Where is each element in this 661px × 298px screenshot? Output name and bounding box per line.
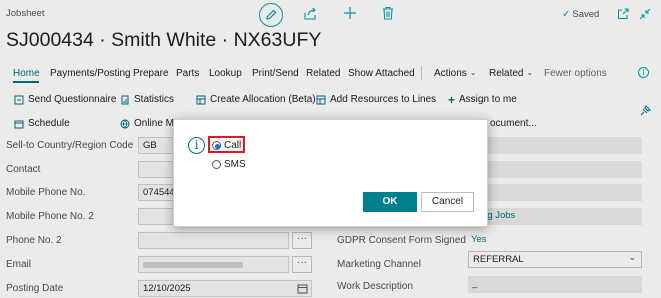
info-icon: i bbox=[188, 137, 205, 154]
ok-button[interactable]: OK bbox=[363, 192, 417, 212]
sms-radio[interactable] bbox=[212, 160, 221, 169]
cancel-button[interactable]: Cancel bbox=[421, 192, 474, 212]
option-sms[interactable]: SMS bbox=[212, 159, 246, 170]
call-label: Call bbox=[224, 140, 242, 151]
option-call[interactable]: Call bbox=[212, 140, 241, 151]
sms-label: SMS bbox=[224, 159, 246, 170]
call-radio[interactable] bbox=[212, 141, 221, 150]
contact-method-dialog: i Call SMS OK Cancel bbox=[173, 119, 488, 227]
